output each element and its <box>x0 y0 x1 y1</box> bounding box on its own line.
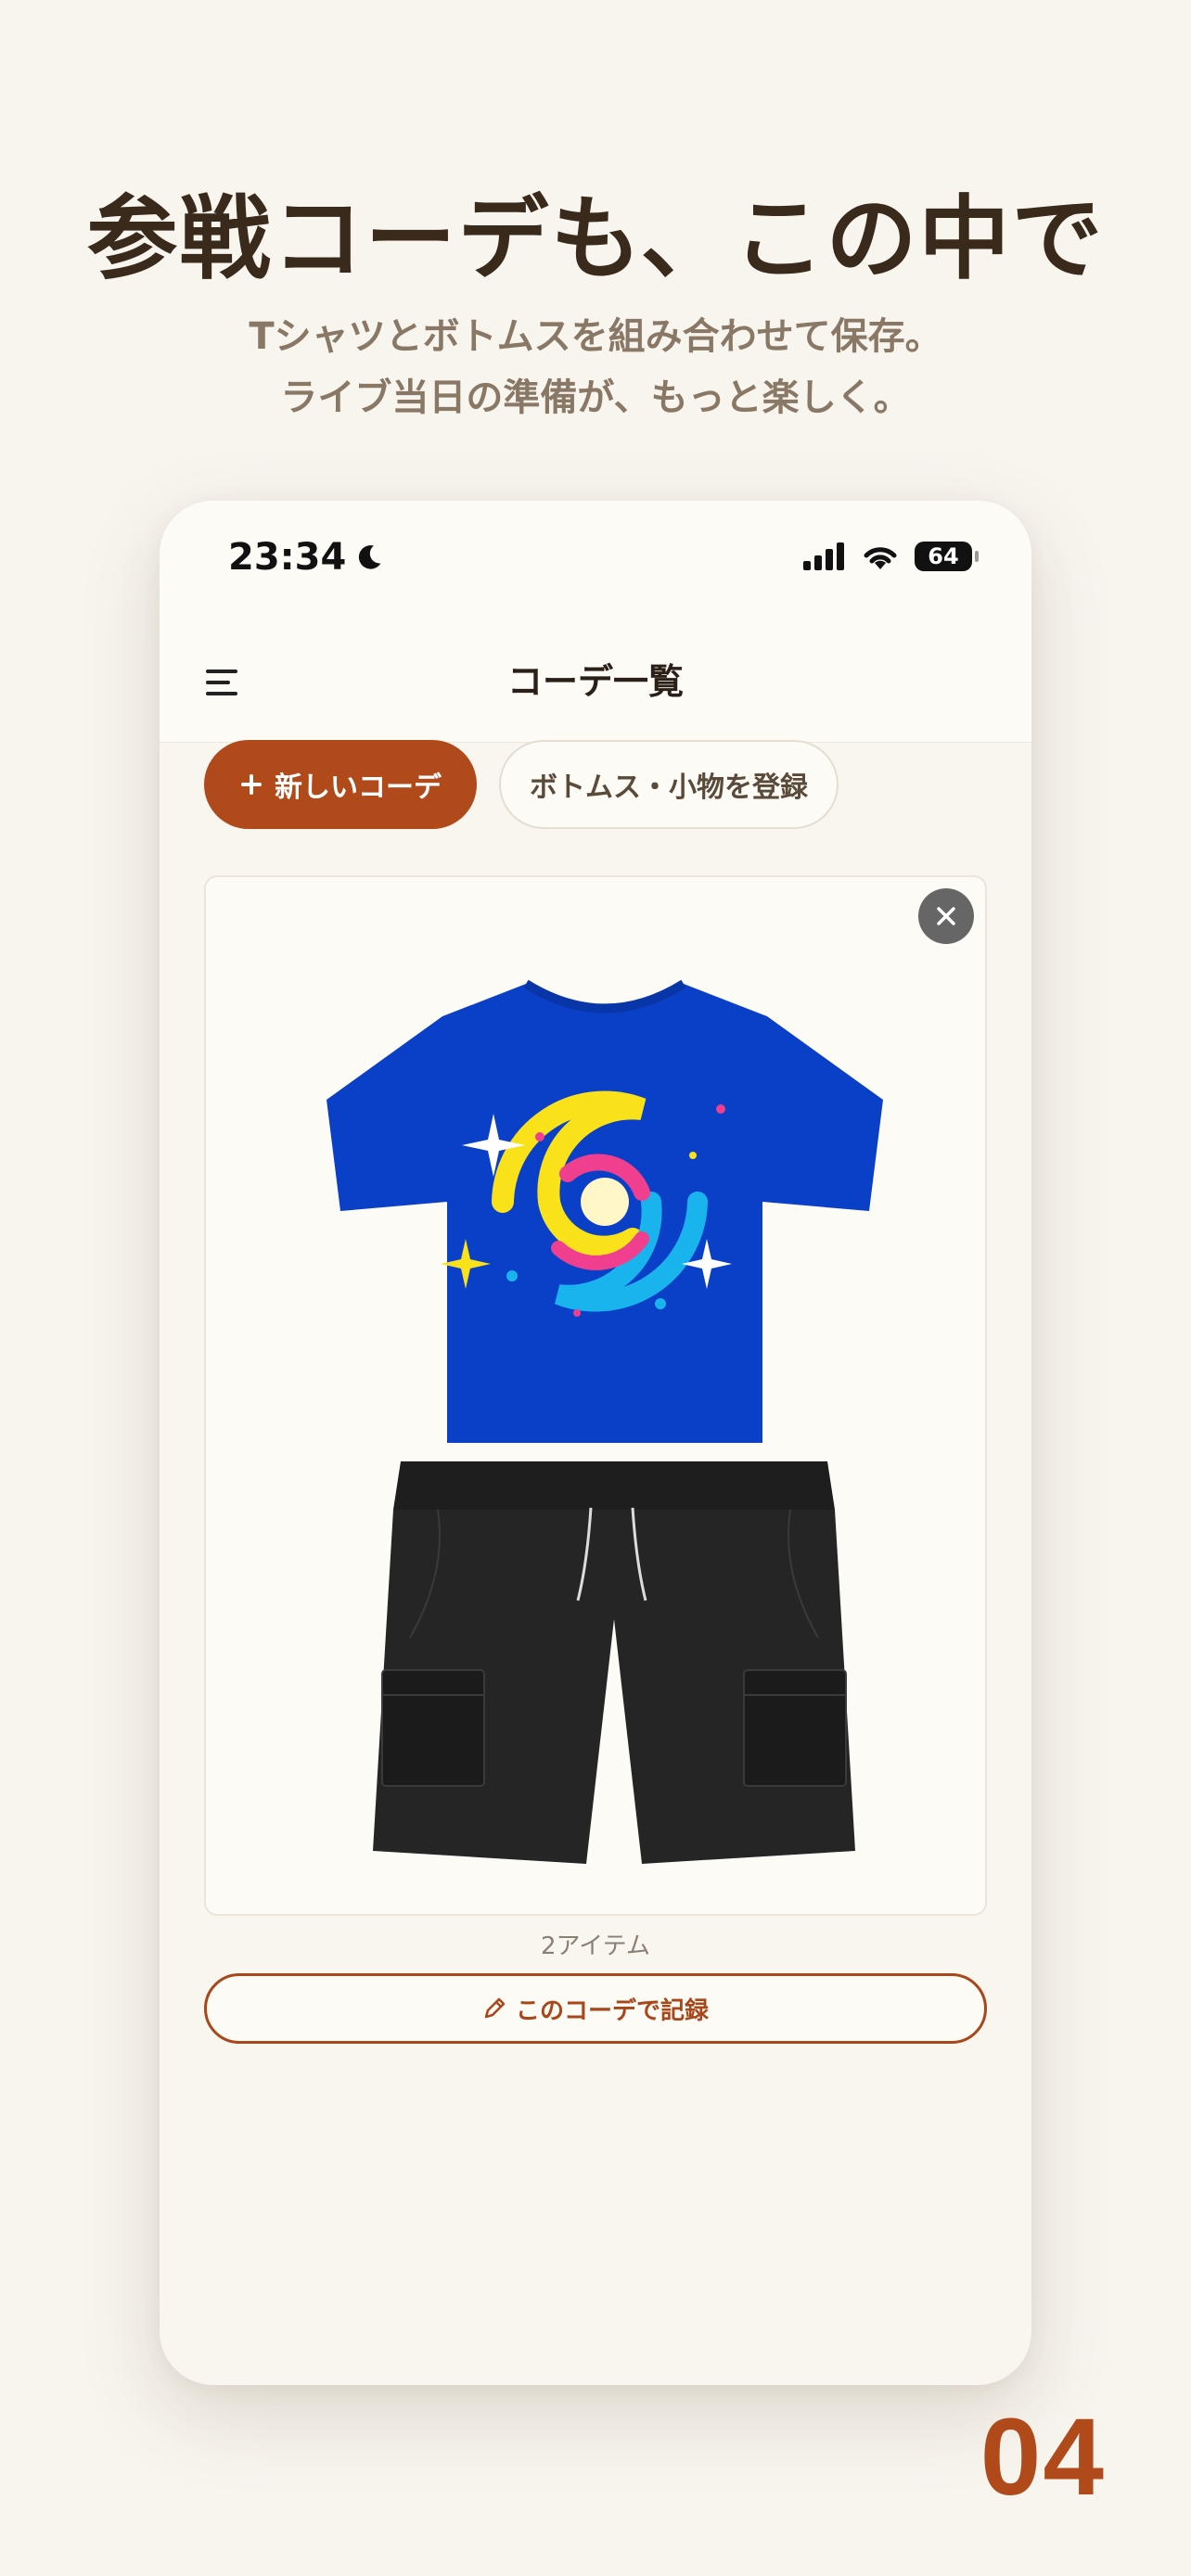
battery-icon: 64 <box>915 542 979 571</box>
new-outfit-label: 新しいコーデ <box>275 772 442 804</box>
record-outfit-label: このコーデで記録 <box>515 1996 709 2025</box>
item-count: 2アイテム <box>541 1932 650 1960</box>
pencil-icon <box>484 1997 506 2019</box>
cellular-signal-icon <box>803 542 844 570</box>
moon-icon <box>359 545 381 569</box>
cargo-shorts-image <box>373 1461 855 1864</box>
headline: 参戦コーデも、この中で <box>86 186 1105 292</box>
tshirt-image <box>327 979 883 1443</box>
status-icons: 64 <box>803 542 979 571</box>
remove-outfit-button[interactable] <box>918 888 974 944</box>
nav-title: コーデ一覧 <box>506 661 684 702</box>
outfit-card[interactable] <box>204 875 987 1916</box>
new-outfit-button[interactable]: 新しいコーデ <box>204 740 477 829</box>
subtitle: Tシャツとボトムスを組み合わせて保存。 ライブ当日の準備が、もっと楽しく。 <box>0 306 1191 428</box>
subtitle-line-1: Tシャツとボトムスを組み合わせて保存。 <box>249 315 942 358</box>
register-bottoms-button[interactable]: ボトムス・小物を登録 <box>499 740 839 829</box>
record-outfit-button[interactable]: このコーデで記録 <box>204 1973 987 2044</box>
register-bottoms-label: ボトムス・小物を登録 <box>530 772 808 804</box>
close-icon <box>937 907 955 925</box>
battery-level: 64 <box>928 543 959 569</box>
subtitle-line-2: ライブ当日の準備が、もっと楽しく。 <box>280 376 911 419</box>
nav-bar: コーデ一覧 <box>160 621 1031 743</box>
page-number: 04 <box>980 2396 1106 2519</box>
phone-frame: 23:34 64 コーデ一覧 新しいコーデ ボトムス・小物を登録 2アイテム こ… <box>160 501 1031 2385</box>
time-text: 23:34 <box>228 536 347 579</box>
plus-icon <box>241 774 262 795</box>
status-time: 23:34 <box>228 536 385 579</box>
wifi-icon <box>864 547 897 569</box>
status-bar: 23:34 64 <box>160 501 1031 621</box>
